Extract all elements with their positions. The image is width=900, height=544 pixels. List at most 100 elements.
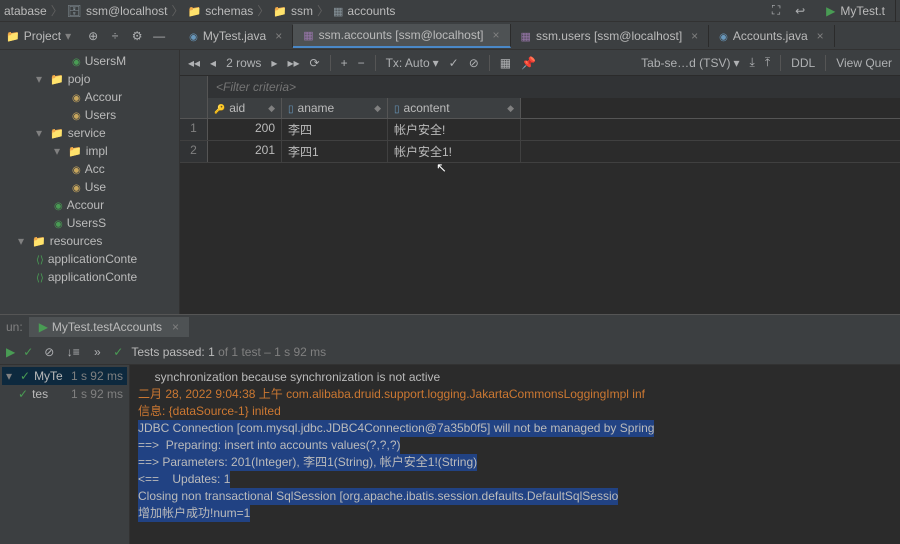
sort-icon[interactable]	[374, 103, 381, 114]
add-row-button[interactable]: +	[341, 56, 348, 70]
column-aname[interactable]: aname	[282, 98, 388, 118]
chevron-right-icon: 〉	[317, 2, 329, 19]
table-row[interactable]: 1 200 李四 帐户安全!	[180, 119, 900, 141]
tab-users-table[interactable]: ssm.users [ssm@localhost] ×	[511, 25, 710, 47]
console-line: JDBC Connection [com.mysql.jdbc.JDBC4Con…	[138, 420, 654, 437]
download-button[interactable]: ⤓	[750, 55, 755, 70]
chevron-down-icon[interactable]	[6, 369, 16, 383]
view-mode-button[interactable]: ▦	[500, 56, 511, 70]
interface-icon	[72, 54, 81, 68]
commit-button[interactable]: ✓	[449, 56, 459, 70]
chevron-down-icon[interactable]	[18, 234, 28, 248]
test-tree[interactable]: MyTe 1 s 92 ms tes 1 s 92 ms	[0, 365, 130, 544]
tree-item[interactable]: applicationConte	[0, 268, 179, 286]
cell-aname[interactable]: 李四1	[282, 141, 388, 162]
sort-button[interactable]: ↓≡	[65, 344, 81, 360]
ddl-button[interactable]: DDL	[791, 56, 815, 70]
tree-item[interactable]: Users	[0, 106, 179, 124]
test-tree-root[interactable]: MyTe 1 s 92 ms	[2, 367, 127, 385]
tab-accounts-java[interactable]: Accounts.java ×	[709, 25, 834, 47]
run-tab[interactable]: ▶ MyTest.testAccounts ×	[29, 317, 189, 337]
back-icon[interactable]: ↩	[792, 3, 808, 19]
tree-item[interactable]: pojo	[0, 70, 179, 88]
tx-mode[interactable]: Tx: Auto ▾	[386, 56, 439, 70]
tree-item[interactable]: service	[0, 124, 179, 142]
project-tool-button[interactable]: Project ▾	[0, 29, 77, 43]
console-line: ==> Parameters: 201(Integer), 李四1(String…	[138, 454, 477, 471]
expand-button[interactable]: »	[89, 344, 105, 360]
test-fail-filter[interactable]: ⊘	[41, 344, 57, 360]
tree-item[interactable]: Use	[0, 178, 179, 196]
tree-item[interactable]: Accour	[0, 88, 179, 106]
table-row[interactable]: 2 201 李四1 帐户安全1!	[180, 141, 900, 163]
sort-icon[interactable]	[268, 103, 275, 114]
tab-mytest-run[interactable]: ▶ MyTest.t	[816, 0, 896, 22]
breadcrumb-schemas: schemas	[205, 4, 253, 18]
breadcrumb[interactable]: atabase 〉 ssm@localhost 〉 schemas 〉 ssm …	[4, 2, 395, 19]
expand-icon[interactable]: ⛶	[768, 3, 784, 19]
tree-item[interactable]: Accour	[0, 196, 179, 214]
filter-input[interactable]	[208, 80, 738, 94]
tree-item[interactable]: applicationConte	[0, 250, 179, 268]
chevron-right-icon: 〉	[172, 2, 184, 19]
chevron-down-icon[interactable]	[36, 126, 46, 140]
chevron-down-icon[interactable]	[36, 72, 46, 86]
tree-item[interactable]: resources	[0, 232, 179, 250]
close-icon[interactable]: ×	[172, 320, 179, 334]
test-tree-item[interactable]: tes 1 s 92 ms	[2, 385, 127, 403]
pin-button[interactable]: 📌	[521, 56, 536, 70]
cell-aname[interactable]: 李四	[282, 119, 388, 140]
project-tree[interactable]: UsersM pojo Accour Users service impl Ac…	[0, 50, 180, 314]
cell-acontent[interactable]: 帐户安全!	[388, 119, 521, 140]
column-acontent[interactable]: acontent	[388, 98, 521, 118]
breadcrumb-bar: atabase 〉 ssm@localhost 〉 schemas 〉 ssm …	[0, 0, 900, 22]
tab-label: ssm.accounts [ssm@localhost]	[319, 28, 484, 42]
collapse-icon[interactable]: ÷	[107, 28, 123, 44]
hide-icon[interactable]: —	[151, 28, 167, 44]
upload-button[interactable]: ⤒	[765, 55, 770, 70]
column-aid[interactable]: aid	[208, 98, 282, 118]
last-page-button[interactable]: ▸▸	[287, 56, 299, 70]
next-page-button[interactable]: ▸	[271, 56, 277, 70]
close-icon[interactable]: ×	[817, 29, 824, 43]
database-icon	[67, 4, 82, 18]
query-toolbar: ◂◂ ◂ 2 rows ▸ ▸▸ ⟳ + − Tx: Auto ▾ ✓ ⊘ ▦ …	[180, 50, 900, 76]
sort-icon[interactable]	[507, 103, 514, 114]
run-panel: un: ▶ MyTest.testAccounts × ▶ ✓ ⊘ ↓≡ » ✓…	[0, 314, 900, 544]
reload-button[interactable]: ⟳	[310, 56, 320, 70]
close-icon[interactable]: ×	[691, 29, 698, 43]
project-label: Project	[24, 29, 61, 43]
console-output[interactable]: synchronization because synchronization …	[130, 365, 900, 544]
tab-mytest[interactable]: MyTest.java ×	[179, 25, 293, 47]
chevron-down-icon[interactable]	[54, 144, 64, 158]
select-opened-icon[interactable]: ⊕	[85, 28, 101, 44]
first-page-button[interactable]: ◂◂	[188, 56, 200, 70]
cell-aid[interactable]: 201	[208, 141, 282, 162]
tree-item[interactable]: Acc	[0, 160, 179, 178]
delete-row-button[interactable]: −	[358, 56, 365, 70]
close-icon[interactable]: ×	[275, 29, 282, 43]
tree-item[interactable]: impl	[0, 142, 179, 160]
tests-passed: Tests passed: 1	[131, 345, 214, 359]
cell-acontent[interactable]: 帐户安全1!	[388, 141, 521, 162]
play-icon: ▶	[826, 4, 835, 18]
close-icon[interactable]: ×	[493, 28, 500, 42]
tree-item[interactable]: UsersS	[0, 214, 179, 232]
table-icon	[333, 4, 343, 18]
test-pass-icon[interactable]: ✓	[23, 345, 33, 359]
gear-icon[interactable]: ⚙	[129, 28, 145, 44]
prev-page-button[interactable]: ◂	[210, 56, 216, 70]
cell-aid[interactable]: 200	[208, 119, 282, 140]
tree-item[interactable]: UsersM	[0, 52, 179, 70]
data-grid[interactable]: aid aname acontent 1 200 李四 帐户安全! 2 201 …	[180, 98, 900, 163]
breadcrumb-conn: ssm@localhost	[86, 4, 168, 18]
tab-accounts-table[interactable]: ssm.accounts [ssm@localhost] ×	[293, 24, 510, 48]
view-query-button[interactable]: View Quer	[836, 56, 892, 70]
rollback-button[interactable]: ⊘	[469, 56, 479, 70]
column-icon	[394, 101, 400, 115]
class-icon	[189, 29, 198, 43]
export-format[interactable]: Tab-se…d (TSV) ▾	[641, 56, 739, 70]
breadcrumb-table: accounts	[347, 4, 395, 18]
rerun-button[interactable]: ▶	[6, 345, 15, 359]
chevron-down-icon: ▾	[65, 29, 71, 43]
